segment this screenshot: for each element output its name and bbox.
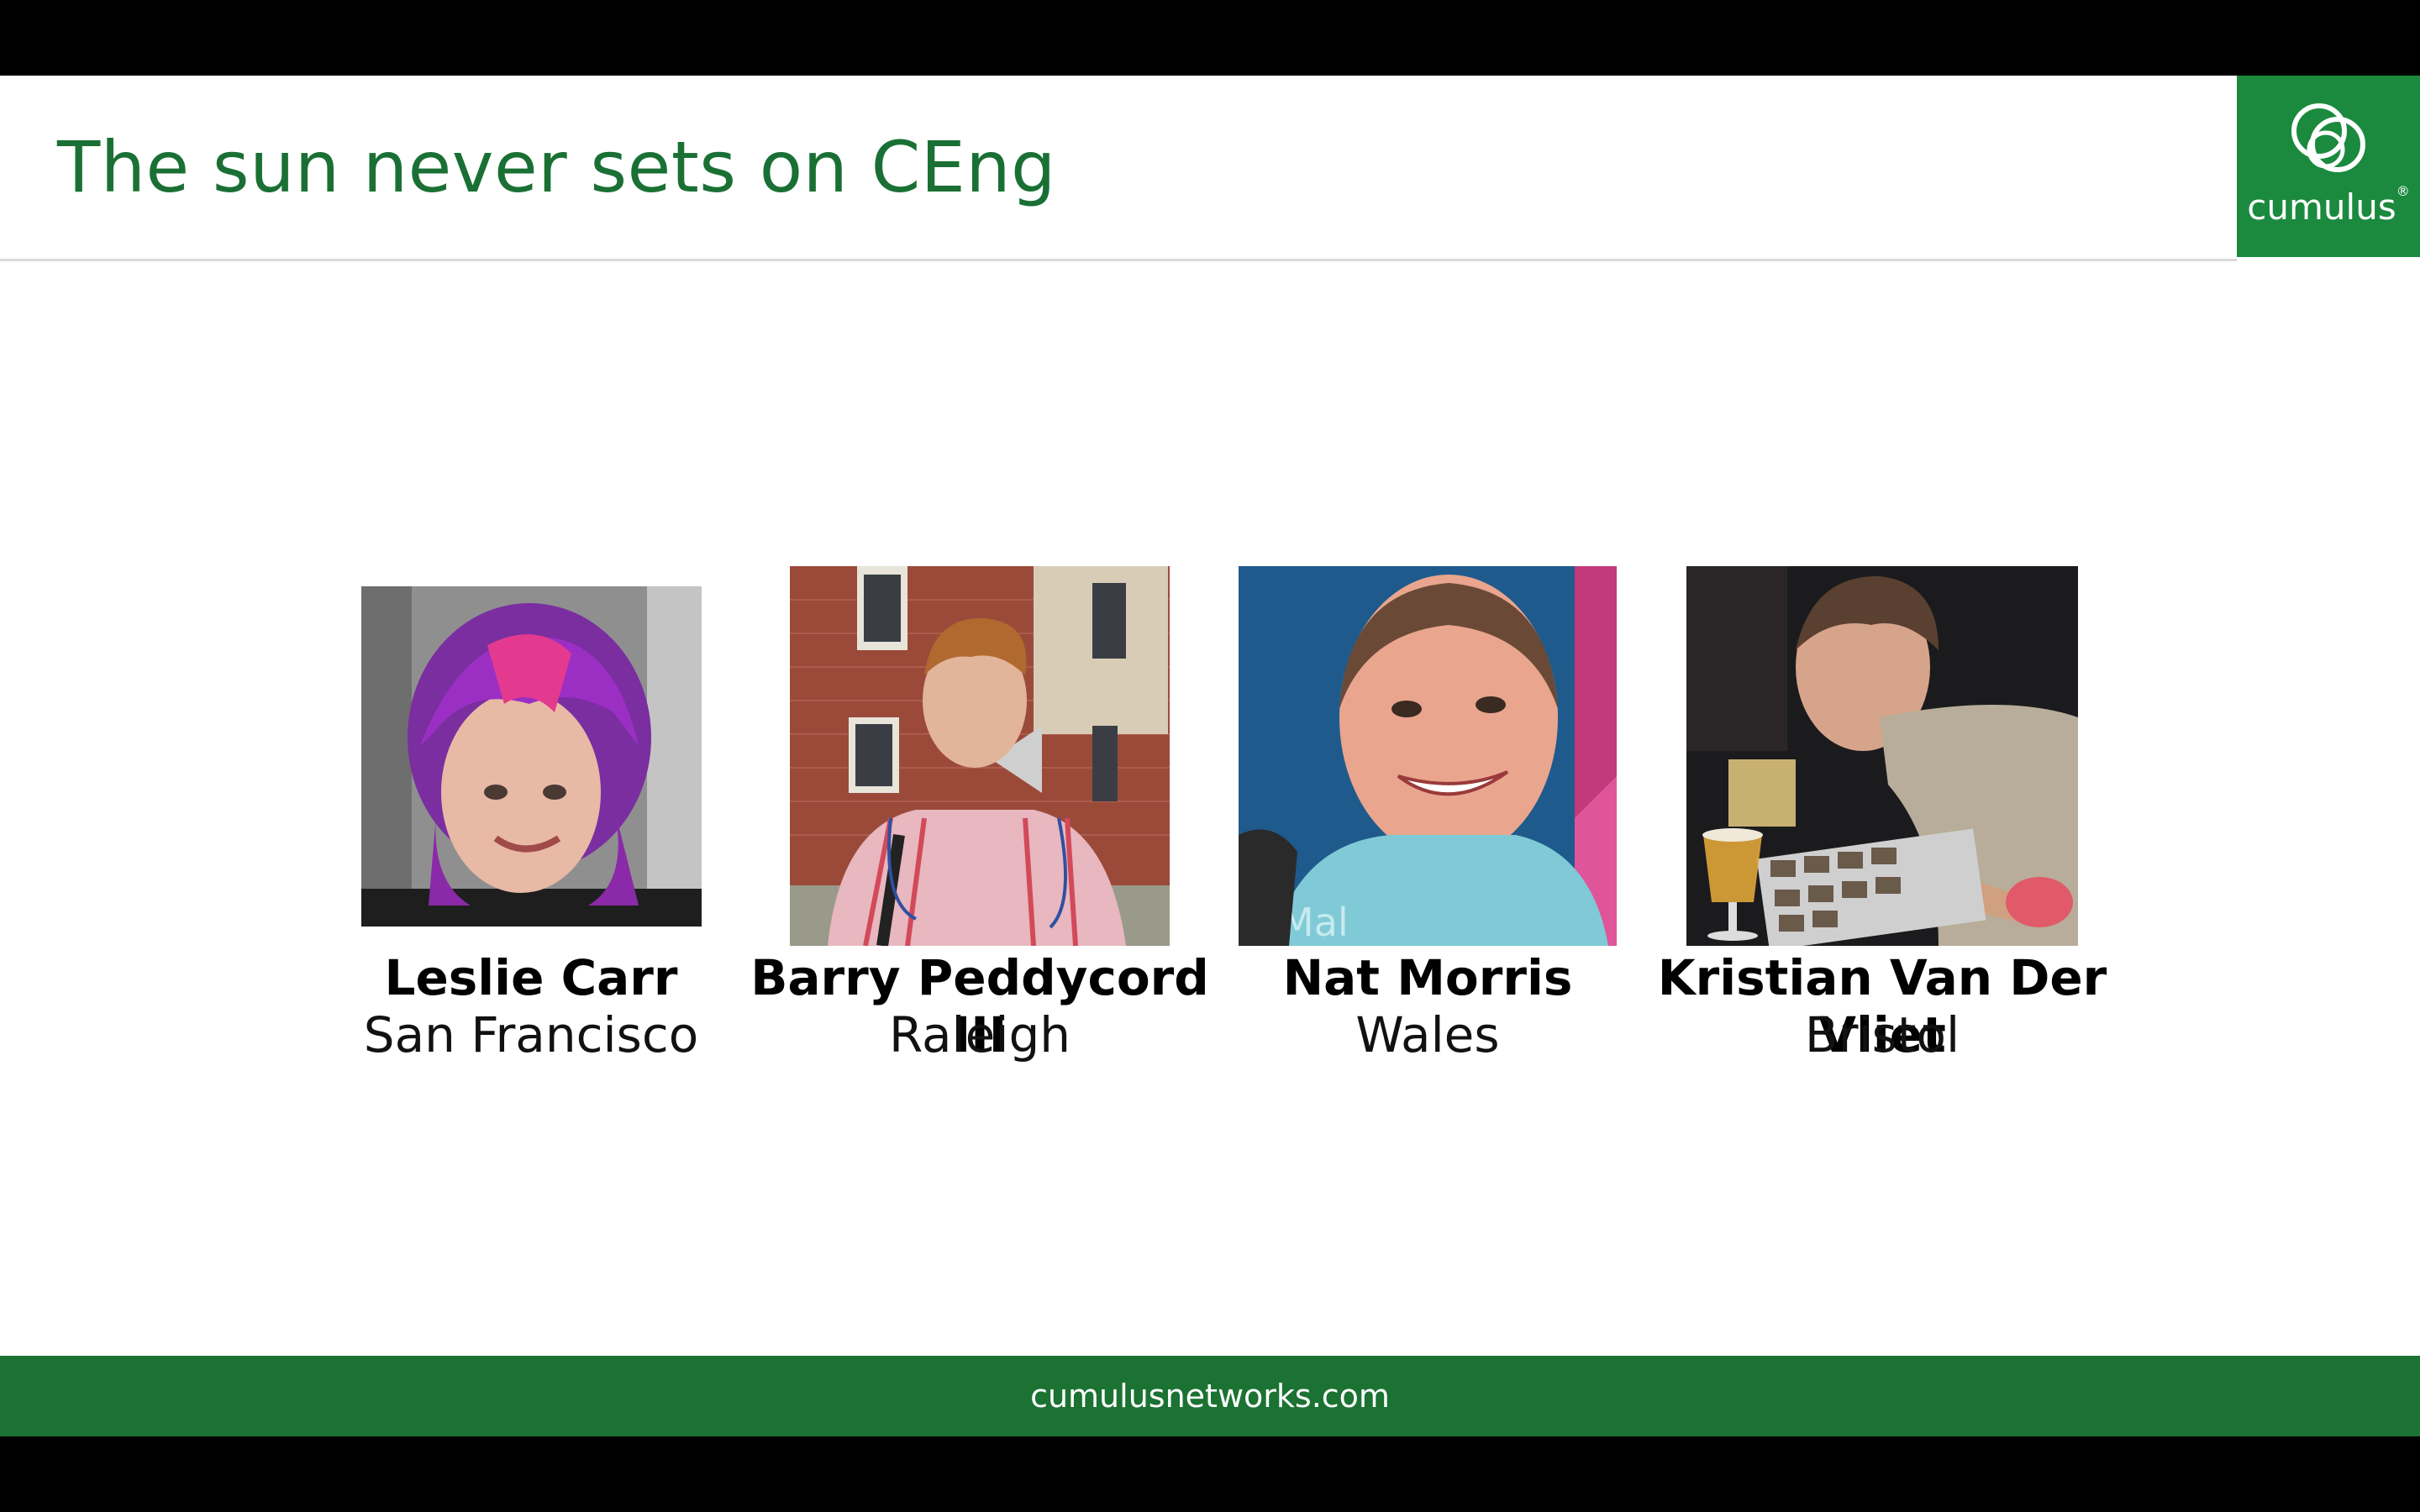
- logo-wordmark: cumulus®: [2247, 183, 2410, 228]
- photo-nat-morris: Mal: [1239, 566, 1617, 946]
- presentation-slide: The sun never sets on CEng cumulus® Mal …: [0, 76, 2420, 1436]
- photo-barry-peddycord: [790, 566, 1170, 946]
- person-name: Nat Morris: [1282, 949, 1573, 1006]
- cumulus-logo: cumulus®: [2237, 76, 2420, 257]
- header-divider: [0, 259, 2237, 261]
- cumulus-rings-icon: [2291, 103, 2365, 172]
- photo-kristian-van-der-vliet: [1686, 566, 2078, 946]
- person-location: Bristol: [1804, 1006, 1960, 1063]
- slide-footer: cumulusnetworks.com: [0, 1356, 2420, 1436]
- photo-leslie-carr: [361, 586, 702, 927]
- footer-url: cumulusnetworks.com: [1030, 1378, 1390, 1415]
- person-location: Raleigh: [888, 1006, 1071, 1063]
- person-location: Wales: [1355, 1006, 1500, 1063]
- slide-title: The sun never sets on CEng: [57, 126, 1056, 208]
- person-location: San Francisco: [363, 1006, 699, 1063]
- person-name: Leslie Carr: [384, 949, 678, 1006]
